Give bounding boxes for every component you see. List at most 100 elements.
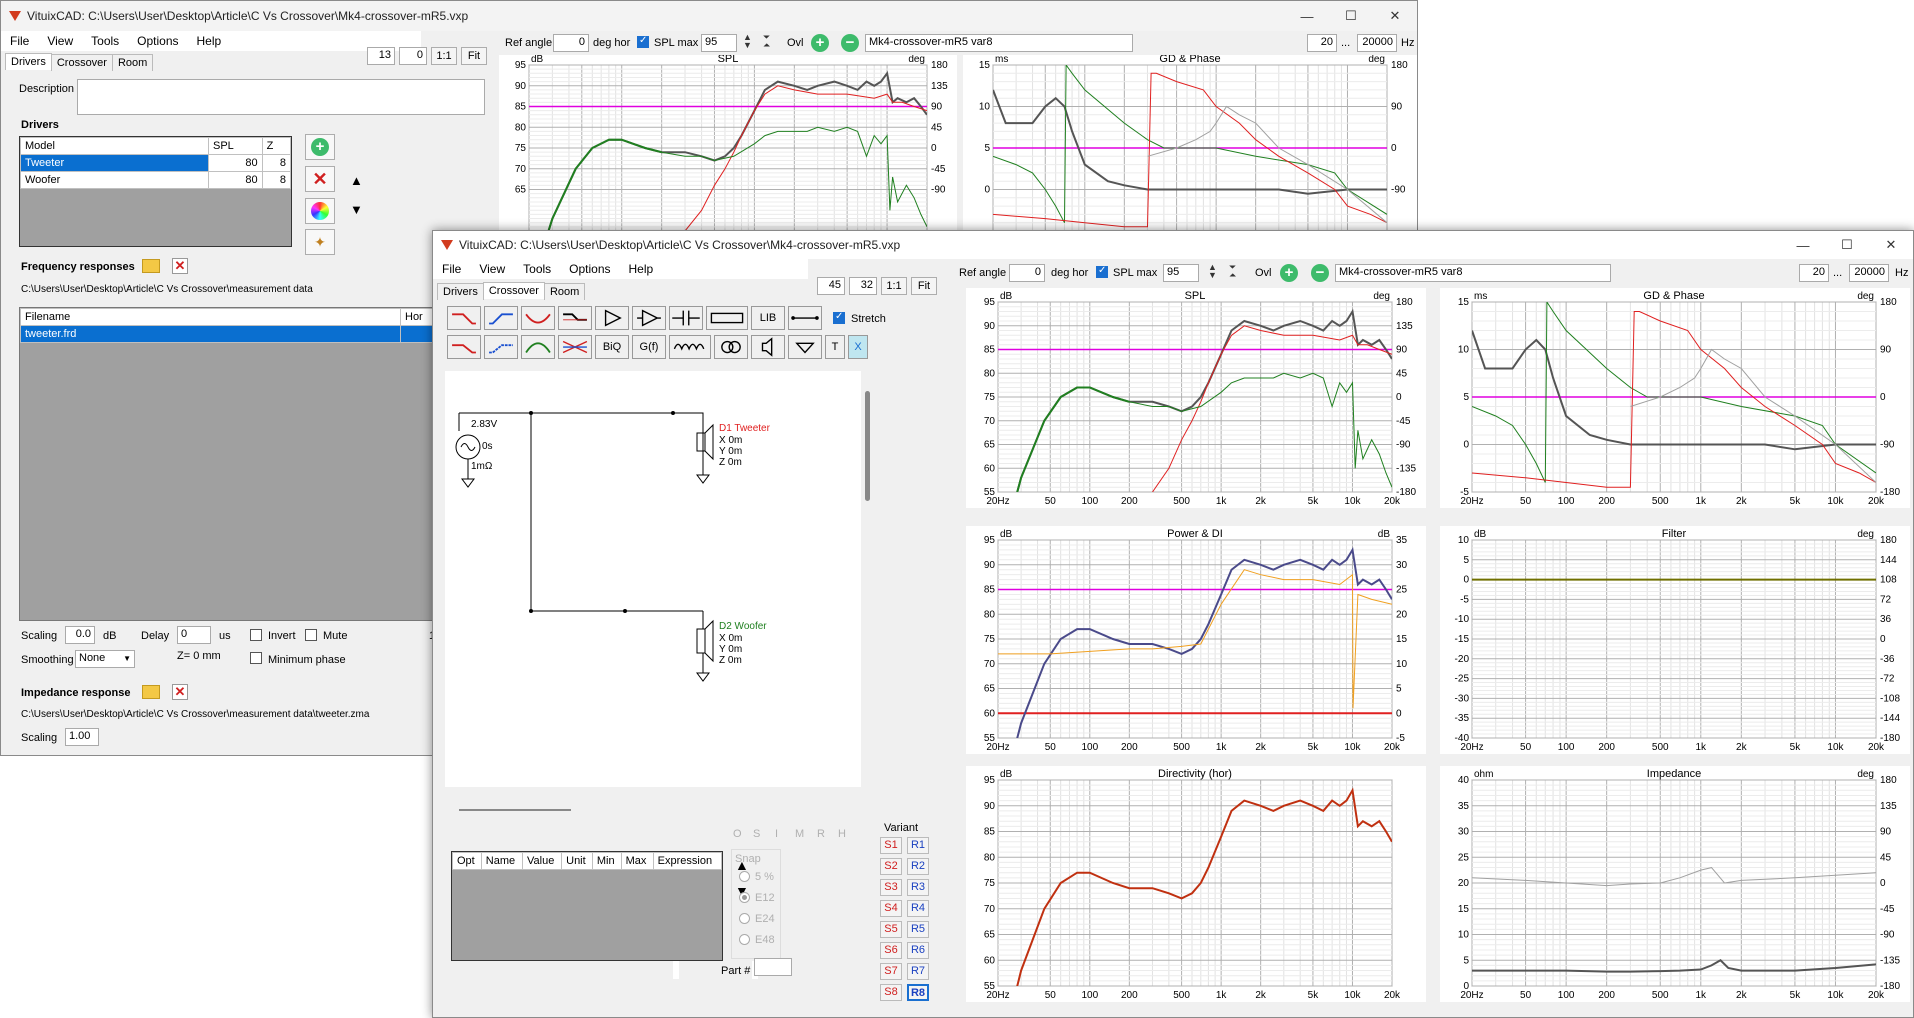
- spl-max-checkbox[interactable]: [637, 35, 649, 48]
- part-number-field[interactable]: [754, 958, 792, 976]
- freq-min-field[interactable]: 20: [1307, 34, 1337, 52]
- freq-max-field[interactable]: 20000: [1849, 264, 1889, 282]
- power-di-chart[interactable]: 55 60 65 70 75 80 85 90 95 -5 0 5 10 15 20 25 30 35 20Hz 50…: [966, 526, 1426, 754]
- variant-r4[interactable]: R4: [907, 900, 929, 917]
- buffer-icon[interactable]: [632, 306, 666, 330]
- ref-angle-field[interactable]: 0: [553, 34, 589, 52]
- variant-s3[interactable]: S3: [880, 879, 902, 896]
- variant-s5[interactable]: S5: [880, 921, 902, 938]
- zoom-y-field[interactable]: 0: [399, 47, 427, 65]
- opt-h[interactable]: H: [838, 828, 846, 840]
- imp-scaling-field[interactable]: 1.00: [65, 728, 99, 746]
- table-row[interactable]: tweeter.frd: [20, 325, 438, 343]
- variant-r2[interactable]: R2: [907, 858, 929, 875]
- remove-overlay-icon[interactable]: −: [841, 34, 859, 52]
- directivity-chart[interactable]: 55 60 65 70 75 80 85 90 95 20Hz 50 100 200 500 1k 2k 5k 1…: [966, 766, 1426, 1002]
- opt-o[interactable]: O: [733, 828, 742, 840]
- col-spl[interactable]: SPL: [208, 137, 263, 155]
- maximize-icon[interactable]: ☐: [1329, 1, 1373, 31]
- shelf-filter-icon[interactable]: [558, 306, 592, 330]
- tab-drivers[interactable]: Drivers: [5, 53, 52, 70]
- menu-tools[interactable]: Tools: [514, 262, 560, 276]
- impedance-chart[interactable]: 0 5 10 15 20 25 30 35 40 -180 -135 -90 -45 0 45 90 135 18…: [1440, 766, 1910, 1002]
- gd-phase-chart[interactable]: -5 0 5 10 15 -180 -90 0 90 180 20Hz 50 100 200 500 1k 2k…: [1440, 288, 1910, 508]
- add-driver-button[interactable]: +: [305, 134, 335, 160]
- driver-d1-label[interactable]: D1 Tweeter: [719, 423, 770, 434]
- hourglass-icon[interactable]: ⏷ ⏶: [763, 33, 770, 50]
- variant-s7[interactable]: S7: [880, 963, 902, 980]
- menu-view[interactable]: View: [470, 262, 514, 276]
- variant-r3[interactable]: R3: [907, 879, 929, 896]
- tab-drivers[interactable]: Drivers: [437, 283, 484, 300]
- spl-max-field[interactable]: 95: [1163, 264, 1199, 282]
- color-driver-button[interactable]: [305, 198, 335, 224]
- table-row[interactable]: Tweeter 80 8: [20, 154, 291, 172]
- hourglass-icon[interactable]: ⏷ ⏶: [1229, 263, 1236, 280]
- driver-spl[interactable]: 80: [208, 154, 263, 172]
- biquad-button[interactable]: BiQ: [595, 335, 629, 359]
- menu-view[interactable]: View: [38, 34, 82, 48]
- allpass-filter-icon[interactable]: [558, 335, 592, 359]
- close-icon[interactable]: ✕: [1869, 231, 1913, 259]
- driver-model[interactable]: Woofer: [20, 171, 209, 189]
- fit-button[interactable]: Fit: [911, 277, 937, 295]
- tab-crossover[interactable]: Crossover: [50, 54, 113, 71]
- zoom-y-field[interactable]: 32: [849, 277, 877, 295]
- title-bar[interactable]: VituixCAD: C:\Users\User\Desktop\Article…: [433, 231, 1913, 259]
- driver-d2-label[interactable]: D2 Woofer: [719, 621, 767, 632]
- col-expression[interactable]: Expression: [652, 852, 722, 870]
- delete-driver-button[interactable]: ✕: [305, 166, 335, 192]
- description-field[interactable]: [77, 79, 485, 115]
- variant-r6[interactable]: R6: [907, 942, 929, 959]
- clear-icon[interactable]: ✕: [172, 258, 188, 274]
- wire-icon[interactable]: [788, 306, 822, 330]
- variant-s8[interactable]: S8: [880, 984, 902, 1001]
- spl-max-field[interactable]: 95: [701, 34, 737, 52]
- spl-chart[interactable]: 55 60 65 70 75 80 85 90 95 -180 -135 -90 -45 0 45 90 135…: [966, 288, 1426, 508]
- schematic-vscroll[interactable]: [863, 371, 873, 787]
- col-unit[interactable]: Unit: [561, 852, 593, 870]
- bandpass-filter-icon[interactable]: [521, 335, 555, 359]
- col-name[interactable]: Name: [480, 852, 524, 870]
- driver-z[interactable]: 8: [261, 171, 291, 189]
- capacitor-icon[interactable]: [669, 306, 703, 330]
- menu-options[interactable]: Options: [560, 262, 619, 276]
- library-button[interactable]: LIB: [751, 306, 785, 330]
- speaker-icon[interactable]: [751, 335, 785, 359]
- fit-button[interactable]: Fit: [461, 47, 487, 65]
- snap-e12-radio[interactable]: [739, 892, 750, 903]
- lowpass2-filter-icon[interactable]: [447, 335, 481, 359]
- zoom-1to1-button[interactable]: 1:1: [881, 277, 907, 295]
- zoom-1to1-button[interactable]: 1:1: [431, 47, 457, 65]
- lowpass-filter-icon[interactable]: [447, 306, 481, 330]
- minimize-icon[interactable]: —: [1285, 1, 1329, 31]
- transfer-function-button[interactable]: G(f): [632, 335, 666, 359]
- tab-room[interactable]: Room: [111, 54, 154, 71]
- tab-crossover[interactable]: Crossover: [482, 282, 545, 299]
- spl-max-spinner-icon[interactable]: ▲ ▼: [1208, 263, 1217, 280]
- file-name[interactable]: tweeter.frd: [20, 325, 401, 343]
- schematic-canvas[interactable]: 2.83V 0s 1mΩ D1 Tweeter X 0m Y 0m Z 0m D…: [445, 371, 861, 787]
- menu-tools[interactable]: Tools: [82, 34, 128, 48]
- opt-i[interactable]: I: [775, 828, 778, 840]
- col-max[interactable]: Max: [620, 852, 654, 870]
- highpass2-filter-icon[interactable]: [484, 335, 518, 359]
- menu-help[interactable]: Help: [620, 262, 663, 276]
- spl-max-spinner-icon[interactable]: ▲ ▼: [743, 33, 752, 50]
- snap-e24-radio[interactable]: [739, 913, 750, 924]
- spl-max-checkbox[interactable]: [1096, 265, 1108, 278]
- variant-s2[interactable]: S2: [880, 858, 902, 875]
- zoom-x-field[interactable]: 45: [817, 277, 845, 295]
- variant-r5[interactable]: R5: [907, 921, 929, 938]
- col-opt[interactable]: Opt: [452, 852, 482, 870]
- close-icon[interactable]: ✕: [1373, 1, 1417, 31]
- driver-spl[interactable]: 80: [208, 171, 263, 189]
- x-tool-button[interactable]: X: [848, 335, 868, 359]
- open-folder-icon[interactable]: [142, 259, 160, 273]
- menu-options[interactable]: Options: [128, 34, 187, 48]
- add-overlay-icon[interactable]: +: [811, 34, 829, 52]
- schematic-hscroll[interactable]: [459, 809, 571, 811]
- scaling-field[interactable]: 0.0: [65, 626, 95, 644]
- add-overlay-icon[interactable]: +: [1280, 264, 1298, 282]
- col-model[interactable]: Model: [20, 137, 209, 155]
